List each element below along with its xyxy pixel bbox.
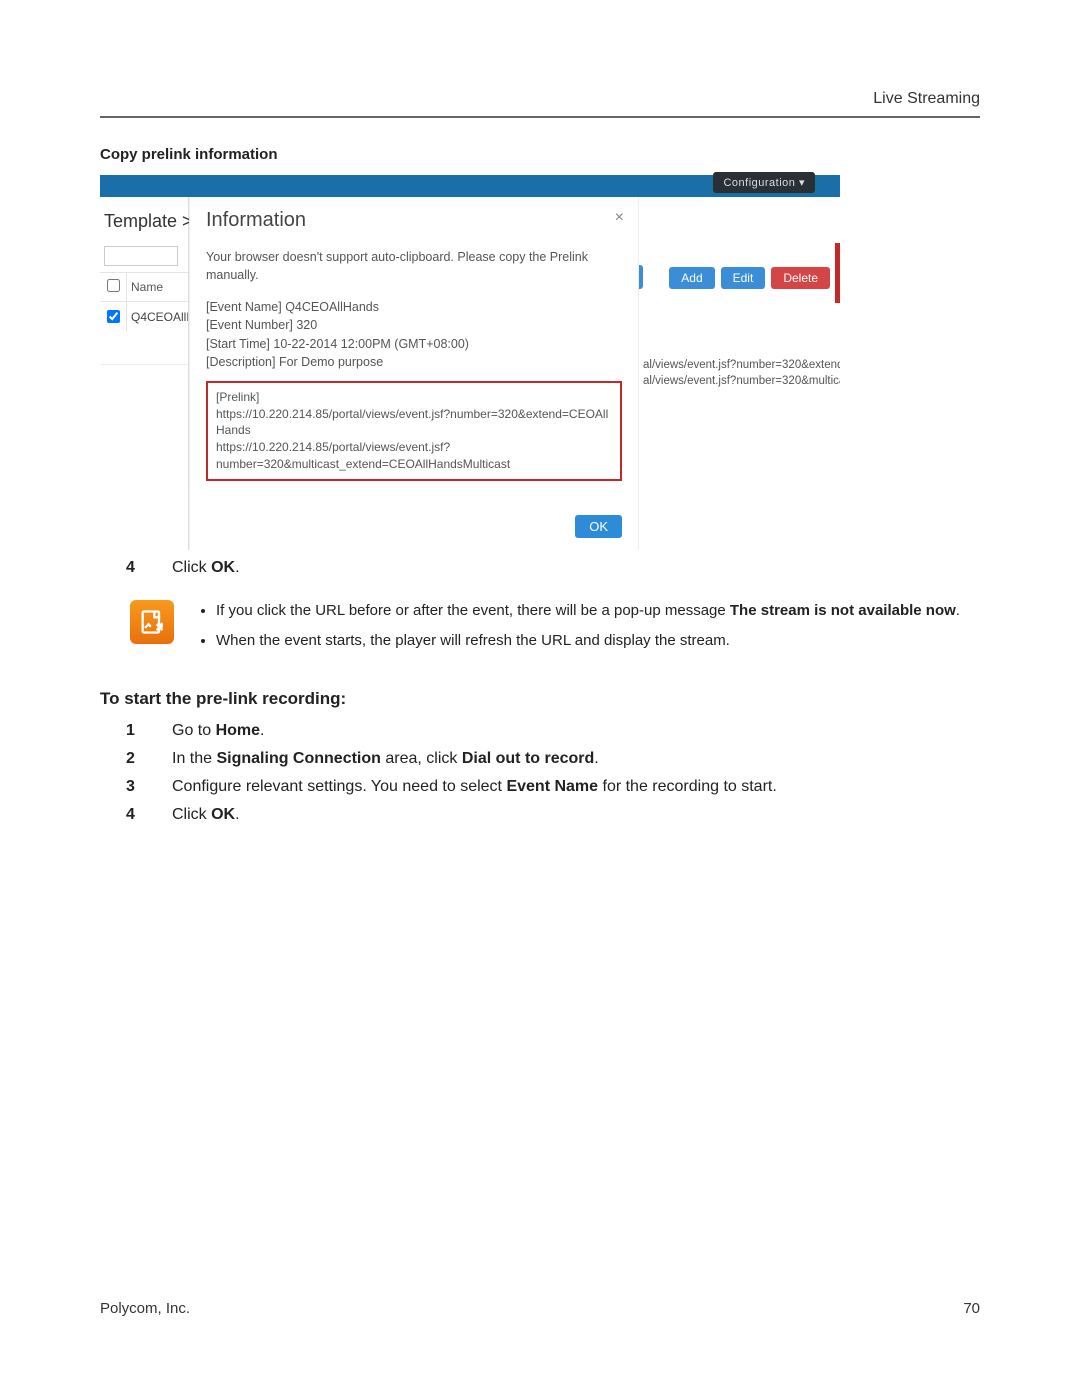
right-url-1: al/views/event.jsf?number=320&extend=0 bbox=[643, 357, 840, 373]
figure-caption: Copy prelink information bbox=[100, 146, 980, 163]
note-icon bbox=[130, 600, 174, 644]
step-text: . bbox=[235, 806, 239, 823]
note-bold: The stream is not available now bbox=[730, 602, 956, 619]
note-block: If you click the URL before or after the… bbox=[130, 600, 980, 661]
step-text: . bbox=[260, 722, 264, 739]
table-row[interactable]: Q4CEOAllH bbox=[100, 302, 188, 365]
modal-title: Information bbox=[190, 197, 638, 242]
close-icon[interactable]: × bbox=[615, 209, 624, 227]
step-number: 4 bbox=[100, 556, 172, 580]
step-1: 1 Go to Home. bbox=[100, 719, 980, 743]
step-text: . bbox=[235, 559, 239, 576]
right-url-2: al/views/event.jsf?number=320&multicast bbox=[643, 373, 840, 389]
footer-left: Polycom, Inc. bbox=[100, 1300, 190, 1317]
page-footer: Polycom, Inc. 70 bbox=[100, 1300, 980, 1317]
step-bold: Home bbox=[216, 722, 260, 739]
red-strip bbox=[835, 243, 840, 303]
app-topbar: Configuration ▾ bbox=[100, 175, 840, 197]
footer-right: 70 bbox=[963, 1300, 980, 1317]
prelink-url-3: number=320&multicast_extend=CEOAllHandsM… bbox=[216, 456, 612, 473]
subheading: To start the pre-link recording: bbox=[100, 689, 980, 709]
step-text: Configure relevant settings. You need to… bbox=[172, 778, 506, 795]
ok-button[interactable]: OK bbox=[575, 515, 622, 538]
step-4a: 4 Click OK. bbox=[100, 556, 980, 580]
step-bold: OK bbox=[211, 559, 235, 576]
step-text: Go to bbox=[172, 722, 216, 739]
info-start-time: [Start Time] 10-22-2014 12:00PM (GMT+08:… bbox=[206, 335, 622, 353]
prelink-label: [Prelink] bbox=[216, 389, 612, 406]
note-bullet-2: When the event starts, the player will r… bbox=[216, 630, 980, 653]
row-name-cell: Q4CEOAllH bbox=[127, 302, 188, 364]
step-bold: OK bbox=[211, 806, 235, 823]
edit-button[interactable]: Edit bbox=[721, 267, 766, 289]
table-header-row: Name bbox=[100, 272, 188, 302]
step-bold: Event Name bbox=[506, 778, 598, 795]
step-number: 1 bbox=[100, 719, 172, 743]
partial-button bbox=[639, 265, 643, 289]
breadcrumb[interactable]: Template > bbox=[100, 197, 188, 244]
info-event-number: [Event Number] 320 bbox=[206, 316, 622, 334]
prelink-box[interactable]: [Prelink] https://10.220.214.85/portal/v… bbox=[206, 381, 622, 481]
step-text: Click bbox=[172, 559, 211, 576]
step-number: 4 bbox=[100, 803, 172, 827]
step-text: Click bbox=[172, 806, 211, 823]
delete-button[interactable]: Delete bbox=[771, 267, 830, 289]
modal-message: Your browser doesn't support auto-clipbo… bbox=[206, 248, 622, 284]
note-text: . bbox=[956, 602, 960, 619]
step-3: 3 Configure relevant settings. You need … bbox=[100, 775, 980, 799]
note-text: If you click the URL before or after the… bbox=[216, 602, 730, 619]
info-description: [Description] For Demo purpose bbox=[206, 353, 622, 371]
row-checkbox[interactable] bbox=[107, 310, 120, 323]
add-button[interactable]: Add bbox=[669, 267, 714, 289]
select-all-checkbox[interactable] bbox=[107, 279, 120, 292]
step-text: area, click bbox=[381, 750, 462, 767]
step-bold: Signaling Connection bbox=[216, 750, 380, 767]
configuration-button[interactable]: Configuration ▾ bbox=[713, 172, 815, 193]
step-text: for the recording to start. bbox=[598, 778, 777, 795]
note-bullet-1: If you click the URL before or after the… bbox=[216, 600, 980, 623]
info-event-name: [Event Name] Q4CEOAllHands bbox=[206, 298, 622, 316]
header-rule bbox=[100, 116, 980, 118]
prelink-url-1: https://10.220.214.85/portal/views/event… bbox=[216, 406, 612, 440]
step-number: 3 bbox=[100, 775, 172, 799]
right-column: Add Edit Delete al/views/event.jsf?numbe… bbox=[639, 197, 840, 550]
step-text: . bbox=[594, 750, 598, 767]
step-bold: Dial out to record bbox=[462, 750, 594, 767]
page-header-right: Live Streaming bbox=[100, 90, 980, 108]
step-2: 2 In the Signaling Connection area, clic… bbox=[100, 747, 980, 771]
left-column: Template > Name Q4CEOAllH bbox=[100, 197, 189, 550]
screenshot-figure: Configuration ▾ Template > Name Q4CEOAll… bbox=[100, 175, 840, 550]
step-text: In the bbox=[172, 750, 216, 767]
prelink-url-2: https://10.220.214.85/portal/views/event… bbox=[216, 439, 612, 456]
information-modal: Information × Your browser doesn't suppo… bbox=[189, 197, 639, 550]
step-4b: 4 Click OK. bbox=[100, 803, 980, 827]
search-input[interactable] bbox=[104, 246, 178, 266]
step-number: 2 bbox=[100, 747, 172, 771]
column-header-name: Name bbox=[127, 274, 188, 300]
